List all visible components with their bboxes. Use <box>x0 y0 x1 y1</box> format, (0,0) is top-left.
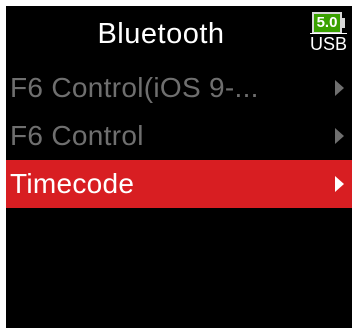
chevron-right-icon <box>335 128 344 144</box>
menu-item-timecode[interactable]: Timecode <box>6 160 352 208</box>
menu-item-label: F6 Control <box>10 120 144 151</box>
battery-icon: 5.0 <box>312 12 342 34</box>
menu-item-f6-control[interactable]: F6 Control <box>6 112 352 160</box>
battery-level: 5.0 <box>316 14 338 31</box>
battery-tip-icon <box>342 18 345 28</box>
title-bar: Bluetooth 5.0 USB <box>6 6 352 64</box>
menu-item-f6-control-ios[interactable]: F6 Control(iOS 9-... <box>6 64 352 112</box>
chevron-right-icon <box>335 80 344 96</box>
menu-item-label: F6 Control(iOS 9-... <box>10 72 259 103</box>
chevron-right-icon <box>335 176 344 192</box>
menu-item-label: Timecode <box>10 168 135 199</box>
power-source-label: USB <box>310 34 348 54</box>
battery-indicator: 5.0 USB <box>310 12 348 56</box>
device-screen: Bluetooth 5.0 USB F6 Control(iOS 9-... F… <box>6 6 352 328</box>
screen-title: Bluetooth <box>97 18 225 50</box>
